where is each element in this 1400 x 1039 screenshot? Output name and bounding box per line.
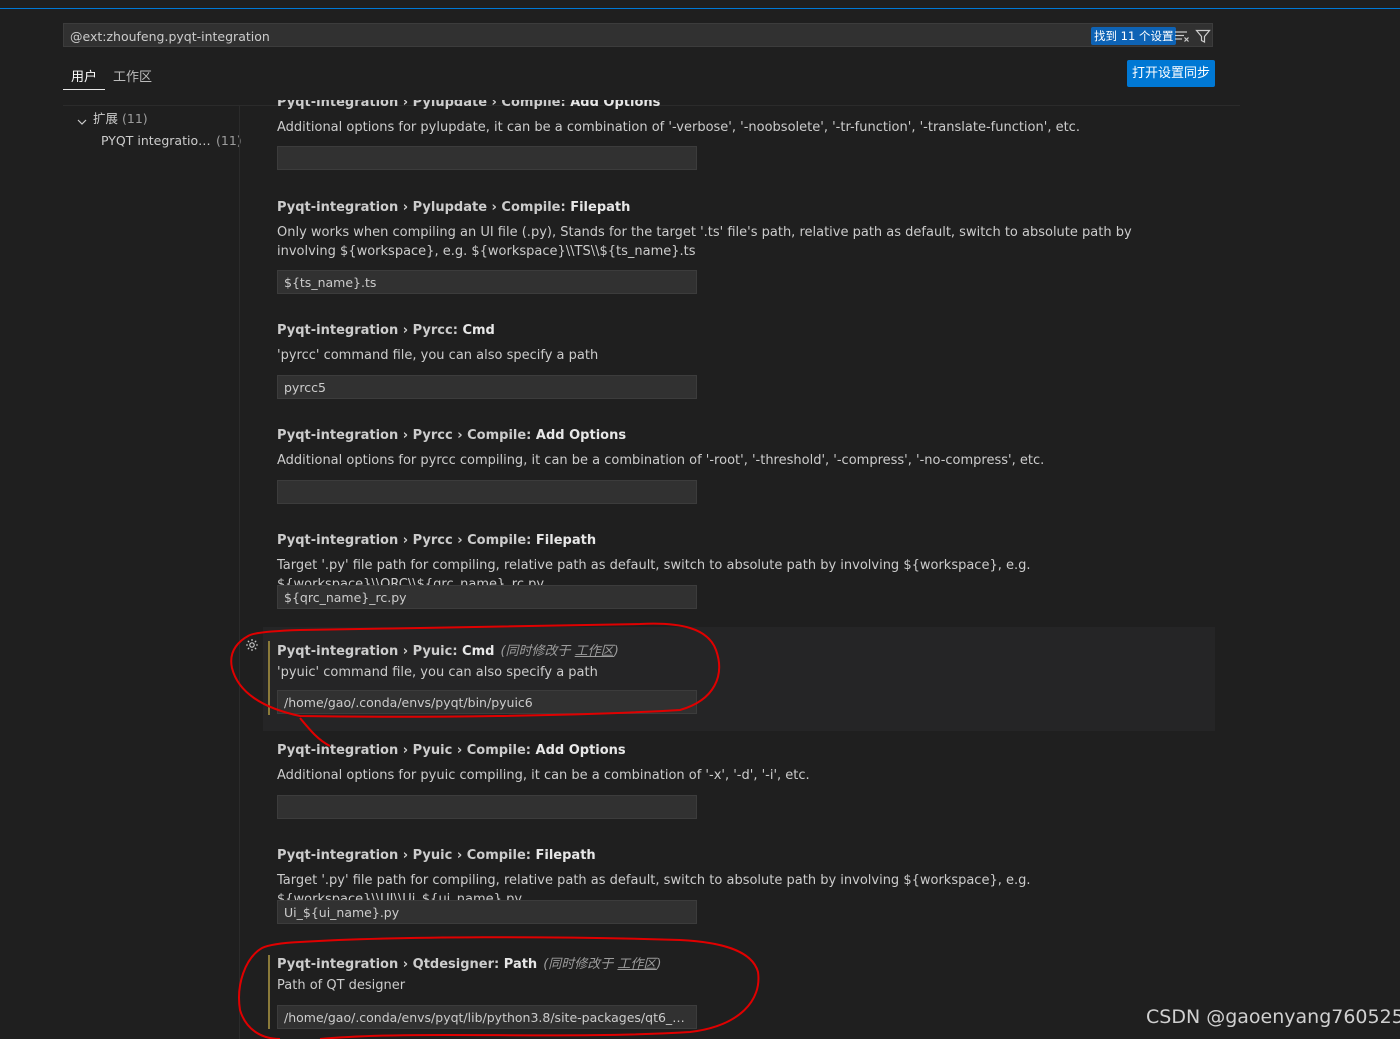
modified-in-workspace-link[interactable]: 工作区 [617,957,656,972]
toc-group-label: 扩展 (11) [93,111,148,126]
setting-description: Additional options for pylupdate, it can… [277,120,1080,135]
setting-qtdesigner-path: Pyqt-integration › Qtdesigner: Path (同时修改… [240,945,1215,1039]
setting-title: Pyqt-integration › Pyuic › Compile: Add … [277,743,626,758]
setting-input[interactable] [277,585,697,609]
setting-title: Pyqt-integration › Pyrcc › Compile: File… [277,533,597,548]
setting-pylupdate-compile-add-options: Pyqt-integration › Pylupdate › Compile: … [240,100,1215,182]
tab-user[interactable]: 用户 [71,66,97,85]
settings-list[interactable]: Pyqt-integration › Pylupdate › Compile: … [240,100,1240,1039]
setting-input[interactable] [277,146,697,170]
open-settings-sync-button[interactable]: 打开设置同步 [1127,60,1215,87]
modified-indicator [268,641,270,715]
setting-description: Additional options for pyuic compiling, … [277,768,810,783]
setting-pyrcc-cmd: Pyqt-integration › Pyrcc: Cmd 'pyrcc' co… [240,315,1215,410]
clear-filter-icon[interactable] [1173,27,1191,45]
setting-title: Pyqt-integration › Pyuic: Cmd (同时修改于 工作区) [277,644,619,659]
settings-search-bar[interactable]: 找到 11 个设置 [63,23,1213,47]
setting-pyuic-cmd: Pyqt-integration › Pyuic: Cmd (同时修改于 工作区)… [246,627,1215,731]
top-accent-line [0,8,1400,9]
setting-input[interactable] [277,690,697,714]
result-count-badge: 找到 11 个设置 [1091,27,1177,45]
active-tab-indicator [63,89,105,90]
watermark: CSDN @gaoenyang760525 [1146,1006,1400,1028]
setting-title: Pyqt-integration › Qtdesigner: Path (同时修改… [277,957,662,972]
setting-description: Additional options for pyrcc compiling, … [277,453,1045,468]
setting-title: Pyqt-integration › Pyuic › Compile: File… [277,848,596,863]
setting-description: 'pyuic' command file, you can also speci… [277,665,598,680]
modified-elsewhere-note: (同时修改于 工作区) [500,644,619,659]
modified-elsewhere-note: (同时修改于 工作区) [543,957,662,972]
setting-pyuic-compile-add-options: Pyqt-integration › Pyuic › Compile: Add … [240,735,1215,830]
filter-icon[interactable] [1194,27,1212,45]
tab-workspace[interactable]: 工作区 [113,66,152,85]
toc-item-pyqt-integration[interactable]: PYQT integratio… (11) [101,131,242,151]
setting-input[interactable] [277,795,697,819]
modified-in-workspace-link[interactable]: 工作区 [575,644,614,659]
setting-input[interactable] [277,900,697,924]
gear-icon[interactable] [245,638,259,652]
modified-indicator [268,955,270,1029]
setting-pyrcc-compile-add-options: Pyqt-integration › Pyrcc › Compile: Add … [240,420,1215,515]
setting-pyrcc-compile-filepath: Pyqt-integration › Pyrcc › Compile: File… [240,525,1215,620]
chevron-down-icon[interactable] [77,114,87,125]
setting-description: Path of QT designer [277,978,406,993]
setting-input[interactable] [277,270,697,294]
toc-item-label: PYQT integratio… [101,133,211,148]
setting-input[interactable] [277,1005,697,1029]
setting-title: Pyqt-integration › Pyrcc: Cmd [277,323,495,338]
setting-description: Only works when compiling an UI file (.p… [277,225,1132,259]
toc-item-count: (11) [216,133,242,148]
setting-pylupdate-compile-filepath: Pyqt-integration › Pylupdate › Compile: … [240,192,1215,302]
setting-title: Pyqt-integration › Pyrcc › Compile: Add … [277,428,627,443]
setting-title: Pyqt-integration › Pylupdate › Compile: … [277,100,661,110]
toc-extensions-group[interactable]: 扩展 (11) [77,109,237,129]
setting-title: Pyqt-integration › Pylupdate › Compile: … [277,200,631,215]
setting-input[interactable] [277,375,697,399]
settings-search-input[interactable] [70,27,970,45]
setting-description: 'pyrcc' command file, you can also speci… [277,348,599,363]
setting-input[interactable] [277,480,697,504]
setting-pyuic-compile-filepath: Pyqt-integration › Pyuic › Compile: File… [240,840,1215,935]
